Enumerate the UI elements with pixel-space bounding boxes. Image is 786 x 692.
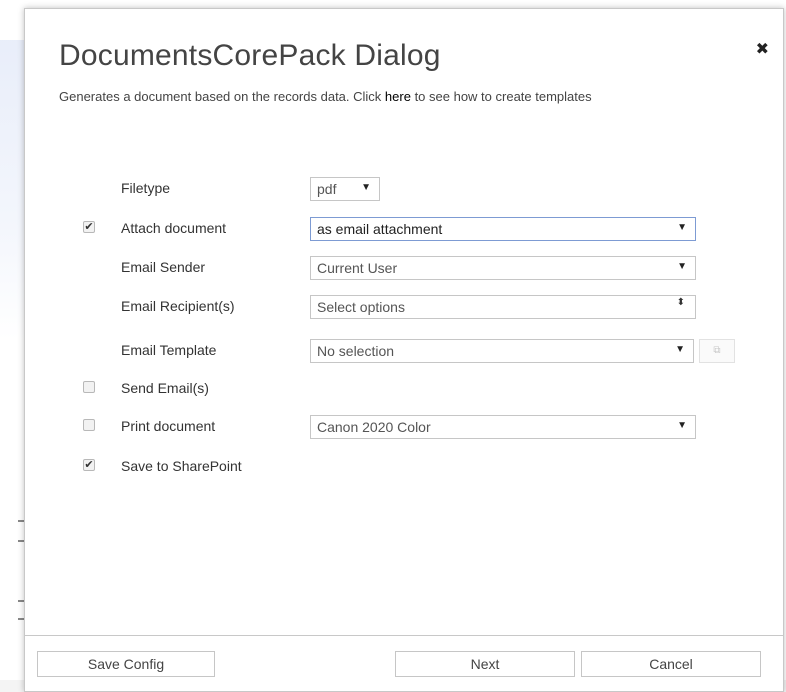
printer-value: Canon 2020 Color: [317, 419, 431, 435]
filetype-select[interactable]: pdf ▼: [310, 177, 380, 201]
chevron-down-icon: ▼: [361, 182, 371, 193]
email-sender-select[interactable]: Current User ▼: [310, 256, 696, 280]
email-sender-value: Current User: [317, 260, 398, 276]
external-link-icon[interactable]: ⧉: [699, 339, 735, 363]
close-icon[interactable]: ✖: [756, 39, 769, 59]
next-button[interactable]: Next: [395, 651, 575, 677]
updown-arrows-icon: ⬍: [676, 297, 685, 308]
email-template-value: No selection: [317, 343, 395, 359]
attach-document-value: as email attachment: [317, 221, 443, 237]
email-recipients-row: Email Recipient(s) Select options ⬍: [25, 295, 785, 319]
footer-divider: [25, 635, 783, 636]
chevron-down-icon: ▼: [677, 261, 687, 272]
dialog-title: DocumentsCorePack Dialog: [59, 39, 441, 72]
send-emails-label: Send Email(s): [121, 380, 209, 396]
filetype-label: Filetype: [121, 180, 171, 196]
email-template-row: Email Template No selection ▼ ⧉: [25, 339, 785, 363]
email-template-label: Email Template: [121, 342, 217, 358]
print-document-checkbox[interactable]: [83, 419, 95, 431]
email-recipients-placeholder: Select options: [317, 299, 405, 315]
documentscorepack-dialog: DocumentsCorePack Dialog ✖ Generates a d…: [24, 8, 784, 692]
email-sender-label: Email Sender: [121, 259, 206, 275]
dialog-subtitle: Generates a document based on the record…: [59, 89, 592, 104]
email-template-select[interactable]: No selection ▼: [310, 339, 694, 363]
email-recipients-label: Email Recipient(s): [121, 298, 235, 314]
filetype-row: Filetype pdf ▼: [25, 177, 785, 201]
cancel-button[interactable]: Cancel: [581, 651, 761, 677]
filetype-value: pdf: [317, 181, 337, 197]
email-recipients-multiselect[interactable]: Select options ⬍: [310, 295, 696, 319]
save-config-button[interactable]: Save Config: [37, 651, 215, 677]
print-document-label: Print document: [121, 418, 216, 434]
save-to-sharepoint-row: ✔ Save to SharePoint: [25, 455, 785, 479]
save-to-sharepoint-label: Save to SharePoint: [121, 458, 242, 474]
help-link[interactable]: here: [385, 89, 411, 104]
subtitle-text-prefix: Generates a document based on the record…: [59, 89, 385, 104]
print-document-row: Print document Canon 2020 Color ▼: [25, 415, 785, 439]
email-sender-row: Email Sender Current User ▼: [25, 256, 785, 280]
send-emails-checkbox[interactable]: [83, 381, 95, 393]
attach-document-row: ✔ Attach document as email attachment ▼: [25, 217, 785, 241]
save-to-sharepoint-checkbox[interactable]: ✔: [83, 459, 95, 471]
chevron-down-icon: ▼: [675, 344, 685, 355]
subtitle-text-suffix: to see how to create templates: [410, 89, 592, 104]
chevron-down-icon: ▼: [677, 222, 687, 233]
attach-document-checkbox[interactable]: ✔: [83, 221, 95, 233]
printer-select[interactable]: Canon 2020 Color ▼: [310, 415, 696, 439]
attach-document-label: Attach document: [121, 220, 227, 236]
send-emails-row: Send Email(s): [25, 377, 785, 401]
attach-document-select[interactable]: as email attachment ▼: [310, 217, 696, 241]
chevron-down-icon: ▼: [677, 420, 687, 431]
